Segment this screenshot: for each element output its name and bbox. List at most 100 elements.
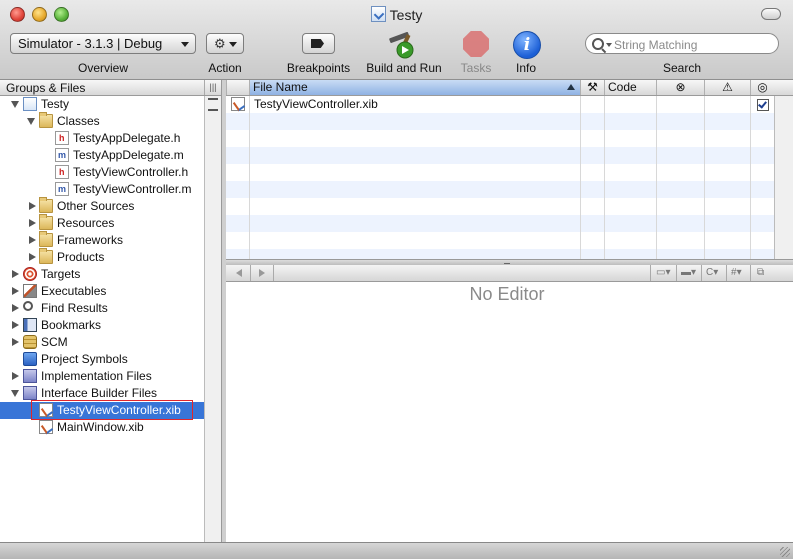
tree-item-label: Implementation Files <box>41 369 152 383</box>
tree-item-label: Classes <box>57 114 100 128</box>
tree-item-classes[interactable]: Classes <box>0 112 204 130</box>
executable-icon <box>23 284 37 298</box>
column-file-name[interactable]: File Name <box>249 80 580 95</box>
disclosure-closed-icon[interactable] <box>29 219 36 227</box>
file-list-body: TestyViewController.xib <box>226 96 774 259</box>
tree-item-interface-builder-files[interactable]: Interface Builder Files <box>0 385 204 402</box>
file-list-scrollbar[interactable] <box>774 96 793 259</box>
tree-item-file[interactable]: TestyViewController.m <box>0 181 204 198</box>
tree-item-executables[interactable]: Executables <box>0 283 204 300</box>
folder-icon <box>39 231 53 247</box>
source-file-icon <box>55 182 69 196</box>
tree-item-label: Targets <box>41 267 81 281</box>
tree-item-label: Project Symbols <box>41 352 128 366</box>
target-checkbox[interactable] <box>757 99 769 111</box>
tree-item-bookmarks[interactable]: Bookmarks <box>0 317 204 334</box>
table-row[interactable] <box>226 130 774 147</box>
table-row[interactable]: TestyViewController.xib <box>226 96 774 113</box>
tree-item-other-sources[interactable]: Other Sources <box>0 197 204 215</box>
folder-icon <box>39 197 53 213</box>
table-row[interactable] <box>226 215 774 232</box>
disclosure-closed-icon[interactable] <box>12 270 19 278</box>
split-toggle-icon[interactable]: ||| <box>204 80 221 95</box>
counterpart-popup[interactable]: C▾ <box>706 266 718 280</box>
search-input[interactable] <box>612 35 776 54</box>
separator <box>676 265 677 281</box>
tree-item-selected-xib[interactable]: TestyViewController.xib <box>0 402 204 419</box>
tree-item-scm[interactable]: SCM <box>0 334 204 351</box>
resize-grip-icon[interactable] <box>780 547 790 557</box>
column-divider <box>750 96 751 259</box>
tree-item-frameworks[interactable]: Frameworks <box>0 231 204 249</box>
tree-item-file[interactable]: TestyAppDelegate.m <box>0 147 204 164</box>
table-row[interactable] <box>226 113 774 130</box>
include-popup[interactable]: #▾ <box>731 266 742 280</box>
folder-icon <box>39 248 53 264</box>
disclosure-open-icon[interactable] <box>11 390 19 397</box>
disclosure-closed-icon[interactable] <box>29 253 36 261</box>
search-field[interactable] <box>585 33 779 54</box>
stop-tasks-icon[interactable] <box>463 31 489 57</box>
table-row[interactable] <box>226 164 774 181</box>
column-warnings[interactable]: ⚠ <box>704 80 750 95</box>
column-code[interactable]: Code <box>604 80 656 95</box>
column-errors[interactable]: ⊗ <box>656 80 704 95</box>
disclosure-closed-icon[interactable] <box>29 202 36 210</box>
build-and-run-icon[interactable] <box>386 28 422 60</box>
table-row[interactable] <box>226 249 774 259</box>
tree-item-targets[interactable]: Targets <box>0 266 204 283</box>
function-popup-icon[interactable]: ▬▾ <box>681 266 696 280</box>
tree-item-resources[interactable]: Resources <box>0 214 204 232</box>
folder-icon <box>39 214 53 230</box>
disclosure-closed-icon[interactable] <box>12 287 19 295</box>
disclosure-open-icon[interactable] <box>27 118 35 125</box>
tree-item-file[interactable]: TestyViewController.h <box>0 164 204 181</box>
sort-ascending-icon <box>567 84 575 90</box>
action-button[interactable]: ⚙ <box>206 33 244 54</box>
info-icon[interactable]: i <box>513 31 541 59</box>
column-build-status[interactable]: ⚒ <box>580 80 604 95</box>
overview-label: Overview <box>77 61 128 75</box>
file-history-popup-icon[interactable]: ▭▾ <box>656 266 670 280</box>
tree-item-find-results[interactable]: Find Results <box>0 300 204 317</box>
column-icon[interactable] <box>226 80 249 95</box>
scroll-grip-icon <box>208 98 218 111</box>
tree-item-file[interactable]: TestyAppDelegate.h <box>0 130 204 147</box>
xib-file-icon <box>231 97 245 111</box>
disclosure-closed-icon[interactable] <box>12 338 19 346</box>
disclosure-closed-icon[interactable] <box>12 372 19 380</box>
toolbar-toggle-button[interactable] <box>761 8 781 20</box>
tree-item-mainwindow-xib[interactable]: MainWindow.xib <box>0 419 204 436</box>
table-row[interactable] <box>226 198 774 215</box>
split-editor-icon[interactable]: ⧉ <box>757 266 764 280</box>
symbols-icon <box>23 352 37 366</box>
tree-item-implementation-files[interactable]: Implementation Files <box>0 368 204 385</box>
overview-value: Simulator - 3.1.3 | Debug <box>18 36 163 51</box>
column-target[interactable]: ◎ <box>750 80 774 95</box>
breakpoints-button[interactable] <box>302 33 335 54</box>
tree-item-products[interactable]: Products <box>0 248 204 266</box>
tree-item-label: Frameworks <box>57 233 124 247</box>
tree-item-label: Other Sources <box>57 199 135 213</box>
editor-area[interactable]: No Editor <box>226 282 793 542</box>
tree-item-project-symbols[interactable]: Project Symbols <box>0 351 204 368</box>
overview-popup[interactable]: Simulator - 3.1.3 | Debug <box>10 33 196 54</box>
table-row[interactable] <box>226 232 774 249</box>
tree-item-label: TestyAppDelegate.h <box>73 131 181 145</box>
forward-arrow-icon[interactable] <box>259 269 265 277</box>
disclosure-closed-icon[interactable] <box>12 321 19 329</box>
disclosure-open-icon[interactable] <box>11 101 19 108</box>
table-row[interactable] <box>226 181 774 198</box>
disclosure-closed-icon[interactable] <box>12 304 19 312</box>
column-code-label: Code <box>608 80 637 94</box>
separator <box>701 265 702 281</box>
back-arrow-icon[interactable] <box>236 269 242 277</box>
tree-item-label: SCM <box>41 335 68 349</box>
chevron-down-icon <box>181 42 189 47</box>
separator <box>273 265 274 281</box>
tree-item-label: TestyViewController.xib <box>57 403 181 417</box>
sidebar-scrollbar[interactable] <box>204 96 221 542</box>
table-row[interactable] <box>226 147 774 164</box>
tree-item-testy[interactable]: Testy <box>0 96 204 113</box>
disclosure-closed-icon[interactable] <box>29 236 36 244</box>
